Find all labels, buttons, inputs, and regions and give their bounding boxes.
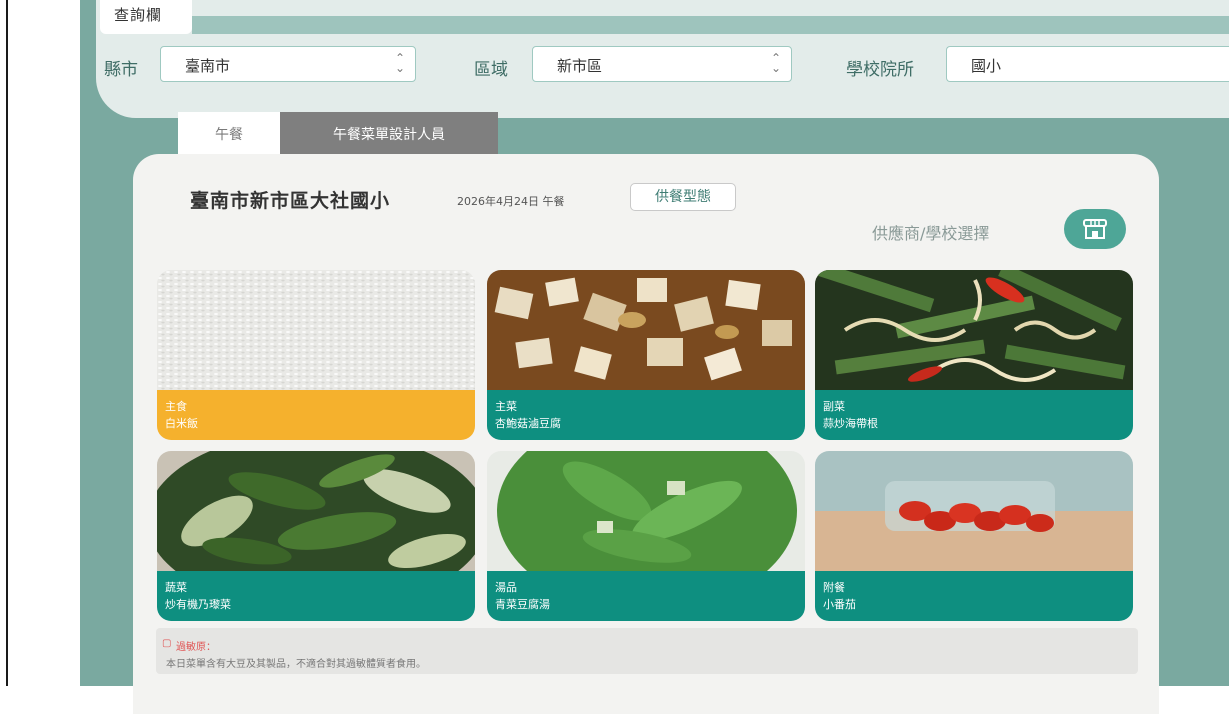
menu-date: 2026年4月24日 午餐 [457, 195, 565, 208]
county-label: 縣市 [104, 60, 138, 80]
dish-name: 白米飯 [165, 417, 198, 430]
query-header-strip [192, 16, 1229, 34]
allergen-title: 過敏原： [176, 642, 216, 653]
soup-photo [487, 451, 805, 611]
updown-arrow-icon: ⌃ ⌄ [394, 51, 405, 75]
window-border [6, 0, 8, 686]
meal-type-button[interactable]: 供餐型態 [630, 183, 736, 211]
document-icon: ▢ [162, 638, 172, 649]
dish-card-extra[interactable]: 附餐 小番茄 [815, 451, 1133, 621]
dish-card-side[interactable]: 副菜 蒜炒海帶根 [815, 270, 1133, 440]
query-tab-label: 查詢欄 [114, 6, 163, 24]
tofu-photo [487, 270, 805, 390]
supplier-school-select-link[interactable]: 供應商/學校選擇 [872, 220, 989, 244]
dish-category: 附餐 [823, 581, 845, 594]
tab-menu-designer-label: 午餐菜單設計人員 [333, 127, 445, 143]
dish-name: 青菜豆腐湯 [495, 598, 550, 611]
school-name: 臺南市新市區大社國小 [190, 190, 391, 212]
area-select[interactable]: 新市區 ⌃ ⌄ [532, 46, 792, 82]
dish-card-staple[interactable]: 主食 白米飯 [157, 270, 475, 440]
tab-menu-designer[interactable]: 午餐菜單設計人員 [280, 112, 498, 154]
tab-lunch[interactable]: 午餐 [178, 112, 280, 154]
dish-name: 蒜炒海帶根 [823, 417, 878, 430]
dish-caption [815, 571, 1133, 621]
rice-photo [157, 270, 475, 390]
area-select-value: 新市區 [557, 57, 603, 75]
updown-arrow-icon: ⌃ ⌄ [770, 51, 781, 75]
kelp-photo [815, 270, 1133, 390]
county-select-value: 臺南市 [185, 57, 231, 75]
county-select[interactable]: 臺南市 ⌃ ⌄ [160, 46, 416, 82]
dish-card-main[interactable]: 主菜 杏鮑菇滷豆腐 [487, 270, 805, 440]
shop-icon[interactable] [1064, 209, 1126, 249]
dish-name: 杏鮑菇滷豆腐 [495, 417, 561, 430]
vegetable-photo [157, 451, 475, 611]
dish-category: 主食 [165, 400, 187, 413]
dish-name: 炒有機乃瓈菜 [165, 598, 231, 611]
dish-caption [157, 390, 475, 440]
tab-lunch-label: 午餐 [215, 127, 243, 143]
dish-category: 湯品 [495, 581, 517, 594]
dish-name: 小番茄 [823, 598, 856, 611]
dish-card-vegetable[interactable]: 蔬菜 炒有機乃瓈菜 [157, 451, 475, 621]
allergen-text: 本日菜單含有大豆及其製品，不適合對其過敏體質者食用。 [166, 659, 426, 670]
dish-category: 主菜 [495, 400, 517, 413]
school-label: 學校院所 [846, 60, 914, 80]
dish-category: 副菜 [823, 400, 845, 413]
school-select-value: 國小 [971, 57, 1002, 75]
school-select[interactable]: 國小 [946, 46, 1229, 82]
tomato-photo [815, 451, 1133, 571]
dish-category: 蔬菜 [165, 581, 187, 594]
dish-card-soup[interactable]: 湯品 青菜豆腐湯 [487, 451, 805, 621]
area-label: 區域 [474, 60, 508, 80]
